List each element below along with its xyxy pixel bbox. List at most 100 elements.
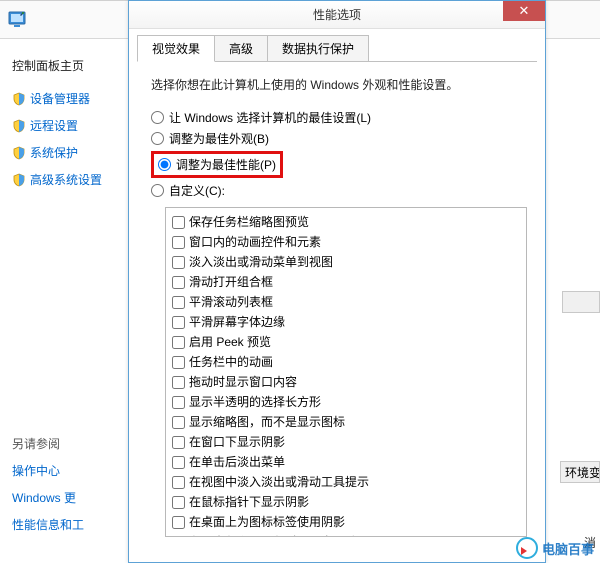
check-label: 在单击后淡出菜单: [189, 453, 285, 471]
checklist-item[interactable]: 任务栏中的动画: [172, 352, 520, 372]
checkbox-input[interactable]: [172, 396, 185, 409]
checkbox-input[interactable]: [172, 236, 185, 249]
shield-icon: [12, 173, 26, 187]
checklist-item[interactable]: 平滑滚动列表框: [172, 292, 520, 312]
intro-text: 选择你想在此计算机上使用的 Windows 外观和性能设置。: [151, 76, 527, 93]
checklist-item[interactable]: 启用 Peek 预览: [172, 332, 520, 352]
radio-label: 调整为最佳性能(P): [176, 156, 276, 173]
check-label: 拖动时显示窗口内容: [189, 373, 297, 391]
check-label: 在窗口下显示阴影: [189, 433, 285, 451]
dialog-body: 选择你想在此计算机上使用的 Windows 外观和性能设置。 让 Windows…: [137, 62, 537, 547]
checkbox-input[interactable]: [172, 356, 185, 369]
checkbox-input[interactable]: [172, 336, 185, 349]
check-label: 在桌面上为图标标签使用阴影: [189, 513, 345, 531]
link-label: 远程设置: [30, 117, 78, 134]
check-label: 在视图中淡入淡出或滑动工具提示: [189, 473, 369, 491]
radio-input[interactable]: [151, 184, 164, 197]
tab-visual-effects[interactable]: 视觉效果: [137, 35, 215, 62]
checkbox-input[interactable]: [172, 536, 185, 538]
dialog-titlebar[interactable]: 性能选项 ✕: [129, 1, 545, 29]
check-label: 保存任务栏缩略图预览: [189, 213, 309, 231]
sidebar-link-device-manager[interactable]: 设备管理器: [12, 90, 110, 107]
checkbox-input[interactable]: [172, 316, 185, 329]
checklist-item[interactable]: 在桌面上为图标标签使用阴影: [172, 512, 520, 532]
checklist-item[interactable]: 滑动打开组合框: [172, 272, 520, 292]
checkbox-input[interactable]: [172, 216, 185, 229]
shield-icon: [12, 146, 26, 160]
checklist-item[interactable]: 显示半透明的选择长方形: [172, 392, 520, 412]
highlight-box: 调整为最佳性能(P): [151, 151, 283, 178]
checklist-item[interactable]: 在窗口下显示阴影: [172, 432, 520, 452]
radio-input[interactable]: [158, 158, 171, 171]
tab-advanced[interactable]: 高级: [214, 35, 268, 61]
radio-let-windows-choose[interactable]: 让 Windows 选择计算机的最佳设置(L): [151, 107, 527, 128]
visual-effects-checklist[interactable]: 保存任务栏缩略图预览 窗口内的动画控件和元素 淡入淡出或滑动菜单到视图 滑动打开…: [165, 207, 527, 537]
checkbox-input[interactable]: [172, 416, 185, 429]
link-label: 高级系统设置: [30, 171, 102, 188]
radio-group: 让 Windows 选择计算机的最佳设置(L) 调整为最佳外观(B) 调整为最佳…: [151, 107, 527, 201]
tab-dep[interactable]: 数据执行保护: [267, 35, 369, 61]
shield-icon: [12, 92, 26, 106]
check-label: 任务栏中的动画: [189, 353, 273, 371]
radio-input[interactable]: [151, 111, 164, 124]
partial-button[interactable]: [562, 291, 600, 313]
checkbox-input[interactable]: [172, 436, 185, 449]
sidebar-link-advanced-system-settings[interactable]: 高级系统设置: [12, 171, 110, 188]
see-also-performance-info[interactable]: 性能信息和工: [12, 516, 122, 533]
radio-input[interactable]: [151, 132, 164, 145]
checklist-item[interactable]: 平滑屏幕字体边缘: [172, 312, 520, 332]
checklist-item[interactable]: 在视图中淡入淡出或滑动工具提示: [172, 472, 520, 492]
shield-icon: [12, 119, 26, 133]
checklist-item[interactable]: 拖动时显示窗口内容: [172, 372, 520, 392]
tab-strip: 视觉效果 高级 数据执行保护: [137, 35, 537, 62]
checklist-item[interactable]: 在最大化和最小化时显示窗口动画: [172, 532, 520, 537]
check-label: 平滑滚动列表框: [189, 293, 273, 311]
close-button[interactable]: ✕: [503, 1, 545, 21]
check-label: 在鼠标指针下显示阴影: [189, 493, 309, 511]
check-label: 滑动打开组合框: [189, 273, 273, 291]
checkbox-input[interactable]: [172, 476, 185, 489]
checkbox-input[interactable]: [172, 296, 185, 309]
check-label: 淡入淡出或滑动菜单到视图: [189, 253, 333, 271]
radio-label: 让 Windows 选择计算机的最佳设置(L): [169, 109, 371, 126]
link-label: 设备管理器: [30, 90, 90, 107]
checklist-item[interactable]: 保存任务栏缩略图预览: [172, 212, 520, 232]
checkbox-input[interactable]: [172, 496, 185, 509]
see-also-windows-update[interactable]: Windows 更: [12, 489, 122, 506]
checklist-item[interactable]: 淡入淡出或滑动菜单到视图: [172, 252, 520, 272]
checklist-item[interactable]: 在单击后淡出菜单: [172, 452, 520, 472]
check-label: 窗口内的动画控件和元素: [189, 233, 321, 251]
system-icon: [8, 11, 26, 29]
checkbox-input[interactable]: [172, 516, 185, 529]
sidebar-link-remote-settings[interactable]: 远程设置: [12, 117, 110, 134]
link-label: 系统保护: [30, 144, 78, 161]
checklist-item[interactable]: 显示缩略图，而不是显示图标: [172, 412, 520, 432]
checkbox-input[interactable]: [172, 276, 185, 289]
check-label: 在最大化和最小化时显示窗口动画: [189, 533, 369, 537]
dialog-title: 性能选项: [313, 6, 361, 23]
see-also-section: 另请参阅 操作中心 Windows 更 性能信息和工: [12, 435, 122, 543]
watermark-text: 电脑百事: [542, 539, 594, 558]
check-label: 平滑屏幕字体边缘: [189, 313, 285, 331]
radio-best-performance-row: 调整为最佳性能(P): [151, 149, 527, 180]
watermark-logo-icon: [516, 537, 538, 559]
check-label: 显示缩略图，而不是显示图标: [189, 413, 345, 431]
radio-label: 自定义(C):: [169, 182, 225, 199]
see-also-title: 另请参阅: [12, 435, 122, 452]
performance-options-dialog: 性能选项 ✕ 视觉效果 高级 数据执行保护 选择你想在此计算机上使用的 Wind…: [128, 0, 546, 563]
checklist-item[interactable]: 窗口内的动画控件和元素: [172, 232, 520, 252]
sidebar-title: 控制面板主页: [12, 57, 110, 74]
radio-custom[interactable]: 自定义(C):: [151, 180, 527, 201]
check-label: 显示半透明的选择长方形: [189, 393, 321, 411]
checkbox-input[interactable]: [172, 376, 185, 389]
checkbox-input[interactable]: [172, 256, 185, 269]
watermark: 电脑百事: [516, 537, 594, 559]
sidebar-link-system-protection[interactable]: 系统保护: [12, 144, 110, 161]
environment-variables-button[interactable]: 环境变: [560, 461, 600, 483]
radio-label: 调整为最佳外观(B): [169, 130, 269, 147]
radio-best-appearance[interactable]: 调整为最佳外观(B): [151, 128, 527, 149]
checklist-item[interactable]: 在鼠标指针下显示阴影: [172, 492, 520, 512]
checkbox-input[interactable]: [172, 456, 185, 469]
close-icon: ✕: [519, 3, 530, 19]
see-also-action-center[interactable]: 操作中心: [12, 462, 122, 479]
